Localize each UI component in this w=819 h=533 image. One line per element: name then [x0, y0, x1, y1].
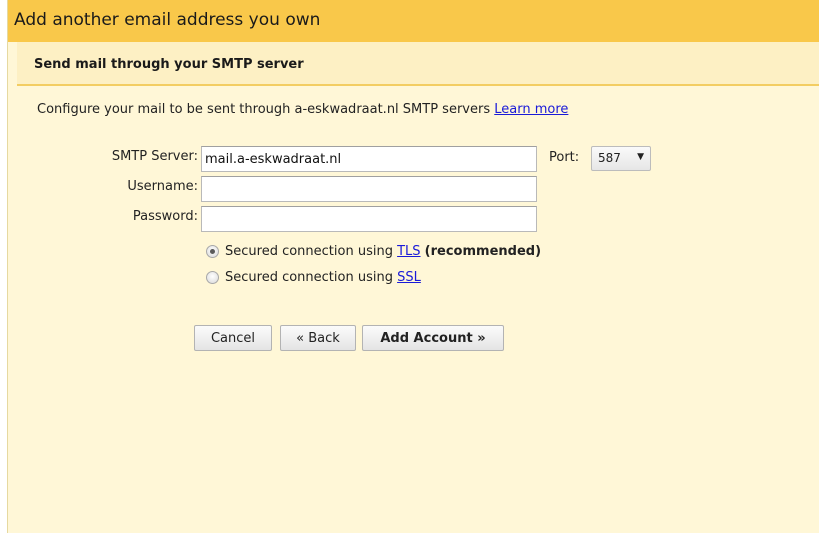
cancel-button[interactable]: Cancel: [194, 325, 272, 351]
ssl-option-text: Secured connection using: [225, 270, 393, 285]
dropdown-arrow-icon: ▼: [637, 152, 644, 162]
tls-link[interactable]: TLS: [397, 244, 420, 259]
ssl-radio[interactable]: [206, 271, 219, 284]
dialog-title: Add another email address you own: [8, 0, 819, 42]
ssl-option[interactable]: Secured connection using SSL: [206, 270, 421, 285]
username-input[interactable]: [201, 176, 537, 202]
tls-radio[interactable]: [206, 245, 219, 258]
password-label: Password:: [132, 209, 198, 224]
learn-more-link[interactable]: Learn more: [494, 102, 568, 117]
smtp-server-label: SMTP Server:: [111, 149, 198, 164]
ssl-link[interactable]: SSL: [397, 270, 421, 285]
username-label: Username:: [127, 179, 198, 194]
smtp-description: Configure your mail to be sent through a…: [37, 102, 568, 117]
password-input[interactable]: [201, 206, 537, 232]
port-selected-value: 587: [598, 151, 621, 165]
step-subtitle: Send mail through your SMTP server: [17, 42, 819, 86]
description-text: Configure your mail to be sent through a…: [37, 102, 491, 117]
port-label: Port:: [549, 150, 580, 165]
back-button[interactable]: « Back: [280, 325, 356, 351]
tls-option-text: Secured connection using: [225, 244, 393, 259]
add-email-dialog: Add another email address you own Send m…: [7, 0, 819, 533]
smtp-server-input[interactable]: [201, 146, 537, 172]
recommended-note: (recommended): [424, 244, 542, 259]
add-account-button[interactable]: Add Account »: [362, 325, 504, 351]
port-select[interactable]: 587 ▼: [591, 146, 651, 171]
tls-option[interactable]: Secured connection using TLS (recommende…: [206, 244, 541, 259]
